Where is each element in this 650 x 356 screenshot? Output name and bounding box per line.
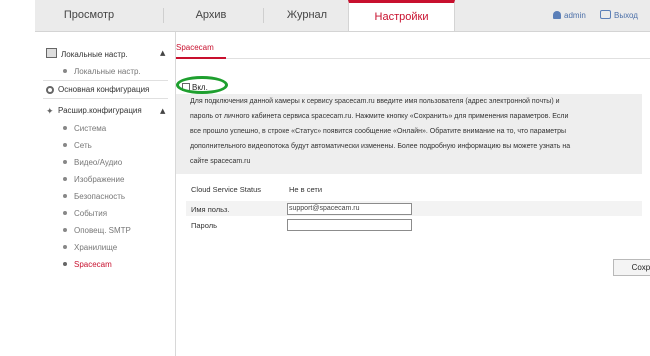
logout-text: Выход	[614, 11, 638, 20]
sidebar-item-local-config[interactable]: Локальные настр.	[63, 67, 141, 76]
sidebar-item-label: События	[74, 209, 108, 218]
info-text-line: Для подключения данной камеры к сервису …	[190, 98, 560, 105]
bullet-icon	[63, 126, 67, 130]
sidebar-item-video-audio[interactable]: Видео/Аудио	[63, 158, 122, 167]
sidebar-item-system[interactable]: Система	[63, 124, 106, 133]
tab-playback[interactable]: Архив	[168, 0, 254, 31]
bullet-icon	[63, 194, 67, 198]
bullet-icon	[63, 211, 67, 215]
bullet-icon	[63, 228, 67, 232]
save-button[interactable]: Сохр.	[613, 259, 650, 276]
sidebar-advanced-header[interactable]: ✦ Расшир.конфигурация	[46, 106, 142, 116]
sidebar-item-security[interactable]: Безопасность	[63, 192, 125, 201]
sidebar-item-events[interactable]: События	[63, 209, 107, 218]
sidebar-basic-header-label: Основная конфигурация	[58, 85, 150, 94]
tab-spacecam[interactable]: Spacecam	[176, 43, 214, 52]
main-content: Spacecam Вкл. Для подключения данной кам…	[176, 32, 650, 356]
sidebar-item-label: Хранилище	[74, 243, 118, 252]
user-menu[interactable]: admin	[553, 0, 586, 31]
tab-active-underline	[176, 57, 226, 59]
info-panel: Для подключения данной камеры к сервису …	[176, 94, 642, 174]
sidebar-item-label: Spacecam	[74, 260, 112, 269]
status-label: Cloud Service Status	[191, 185, 262, 194]
user-icon	[553, 11, 561, 19]
sidebar-divider	[43, 98, 168, 99]
password-field[interactable]	[287, 219, 412, 231]
top-nav: Просмотр Архив Журнал Настройки admin Вы…	[35, 0, 650, 32]
sidebar-local-header[interactable]: Локальные настр.	[46, 48, 128, 59]
sidebar-item-label: Безопасность	[74, 192, 126, 201]
username-text: admin	[564, 11, 586, 20]
gear-icon	[46, 86, 54, 94]
tab-configuration[interactable]: Настройки	[348, 0, 455, 31]
tab-divider	[163, 8, 164, 23]
bullet-icon	[63, 160, 67, 164]
sidebar-item-smtp[interactable]: Оповещ. SMTP	[63, 226, 131, 235]
info-text-line: дополнительного видеопотока будут автома…	[190, 143, 571, 150]
username-label: Имя польз.	[191, 205, 230, 214]
sidebar-item-storage[interactable]: Хранилище	[63, 243, 117, 252]
status-value: Не в сети	[289, 185, 323, 194]
username-row	[186, 201, 642, 216]
bullet-icon	[63, 177, 67, 181]
sidebar-item-label: Оповещ. SMTP	[74, 226, 131, 235]
chevron-up-icon[interactable]: ▲	[160, 49, 165, 57]
monitor-icon	[46, 48, 57, 58]
chevron-up-icon[interactable]: ▲	[160, 107, 165, 115]
bullet-icon	[63, 262, 67, 266]
logout-link[interactable]: Выход	[600, 0, 638, 31]
sidebar-divider	[43, 80, 168, 81]
sidebar: Локальные настр. ▲ Локальные настр. Осно…	[35, 32, 176, 356]
username-field[interactable]: support@spacecam.ru	[287, 203, 412, 215]
bullet-icon	[63, 245, 67, 249]
sidebar-item-image[interactable]: Изображение	[63, 175, 124, 184]
bullet-icon	[63, 143, 67, 147]
sidebar-item-label: Локальные настр.	[74, 67, 141, 76]
sidebar-item-spacecam[interactable]: Spacecam	[63, 260, 112, 269]
sidebar-item-label: Изображение	[74, 175, 125, 184]
tab-divider	[263, 8, 264, 23]
wrench-icon: ✦	[46, 106, 54, 116]
sidebar-item-network[interactable]: Сеть	[63, 141, 92, 150]
logout-icon	[600, 10, 611, 19]
highlight-ring	[176, 76, 228, 94]
app-frame: Просмотр Архив Журнал Настройки admin Вы…	[35, 0, 650, 356]
tab-bar-line	[176, 58, 650, 59]
sidebar-local-header-label: Локальные настр.	[61, 50, 128, 59]
password-label: Пароль	[191, 221, 218, 230]
tab-log[interactable]: Журнал	[265, 0, 349, 31]
tab-live-view[interactable]: Просмотр	[41, 0, 137, 31]
sidebar-item-label: Сеть	[74, 141, 92, 150]
info-text-line: сайте spacecam.ru	[190, 158, 251, 165]
info-text-line: пароль от личного кабинета сервиса space…	[190, 113, 569, 120]
bullet-icon	[63, 69, 67, 73]
sidebar-item-label: Система	[74, 124, 107, 133]
info-text-line: все прошло успешно, в строке «Статус» по…	[190, 128, 567, 135]
sidebar-basic-header[interactable]: Основная конфигурация	[46, 85, 149, 94]
sidebar-advanced-header-label: Расшир.конфигурация	[58, 106, 142, 115]
sidebar-item-label: Видео/Аудио	[74, 158, 123, 167]
